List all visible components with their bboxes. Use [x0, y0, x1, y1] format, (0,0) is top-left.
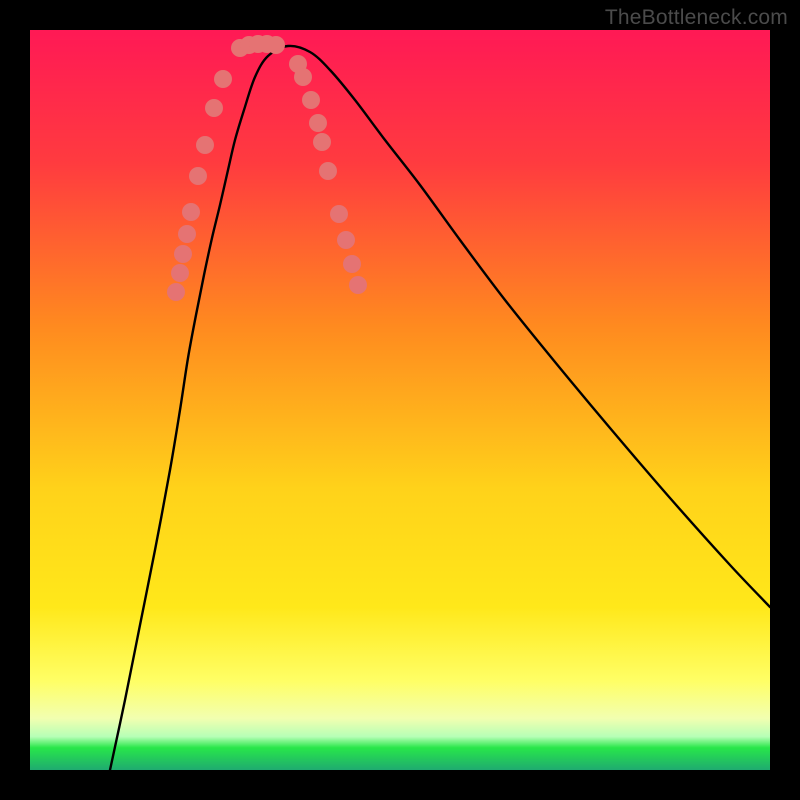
marker-point	[343, 255, 361, 273]
chart-svg	[30, 30, 770, 770]
marker-point	[171, 264, 189, 282]
marker-point	[267, 36, 285, 54]
marker-point	[214, 70, 232, 88]
marker-point	[294, 68, 312, 86]
marker-point	[189, 167, 207, 185]
marker-point	[196, 136, 214, 154]
marker-point	[167, 283, 185, 301]
marker-point	[174, 245, 192, 263]
gradient-background	[30, 30, 770, 770]
marker-point	[178, 225, 196, 243]
marker-point	[319, 162, 337, 180]
watermark-text: TheBottleneck.com	[605, 6, 788, 30]
marker-point	[349, 276, 367, 294]
marker-point	[337, 231, 355, 249]
marker-point	[309, 114, 327, 132]
marker-point	[330, 205, 348, 223]
marker-point	[302, 91, 320, 109]
marker-point	[182, 203, 200, 221]
marker-point	[313, 133, 331, 151]
marker-point	[205, 99, 223, 117]
plot-area	[30, 30, 770, 770]
chart-frame: TheBottleneck.com	[0, 0, 800, 800]
